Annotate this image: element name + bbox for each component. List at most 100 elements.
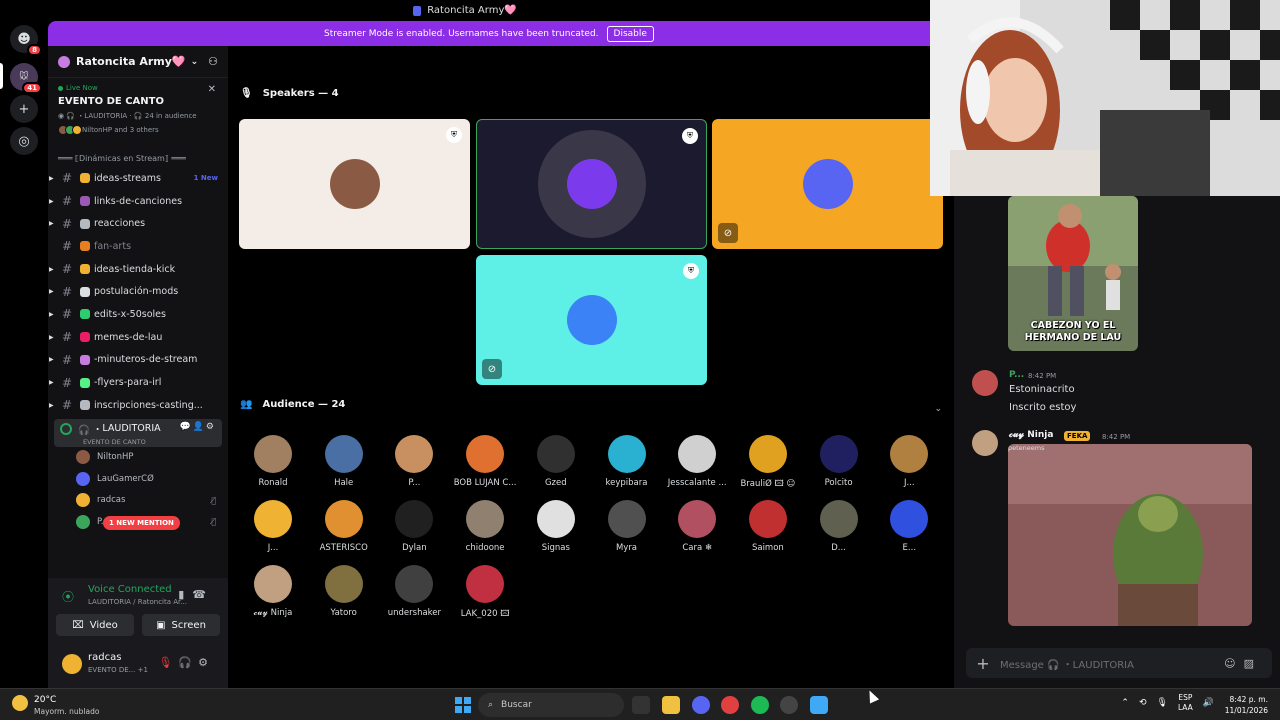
clock[interactable]: 8:42 p. m. 11/01/2026: [1225, 694, 1268, 716]
task-view-icon[interactable]: [632, 696, 650, 714]
channel-item[interactable]: ▶ # reacciones: [48, 212, 228, 235]
add-server-button[interactable]: +: [10, 95, 38, 123]
audience-member[interactable]: Cara ❄: [662, 500, 732, 553]
audience-member[interactable]: D...: [804, 500, 874, 553]
chat-icon[interactable]: 💬: [179, 422, 192, 432]
input-actions: ☺▨: [1224, 657, 1262, 670]
voice-channel-lauditoria[interactable]: 🎧 ・ LAUDITORIA EVENTO DE CANTO 💬👤⚙: [54, 418, 222, 447]
audience-member[interactable]: Gzed: [521, 435, 591, 488]
audience-member[interactable]: Jesscalante ...: [662, 435, 732, 488]
channel-category[interactable]: ═══ ⟦Dinámicas en Stream⟧ ═══: [48, 146, 228, 167]
settings-icon[interactable]: ⚙: [206, 422, 216, 432]
gif-icon[interactable]: ▨: [1244, 657, 1262, 670]
collapse-chevron-icon[interactable]: ⌄: [934, 404, 942, 414]
message-input[interactable]: + Message 🎧 ・LAUDITORIA ☺▨: [966, 648, 1272, 678]
audience-member[interactable]: Ronald: [238, 435, 308, 488]
server-icon-ratoncita[interactable]: 🐭 41: [10, 63, 42, 94]
screen-share-button[interactable]: ▣ Screen: [142, 614, 220, 636]
audience-member[interactable]: 𝓬𝓾𝔂 Ninja: [238, 565, 308, 618]
audience-member[interactable]: Dylan: [379, 500, 449, 553]
unread-arrow-icon: ▶: [49, 333, 54, 341]
audience-member[interactable]: Hale: [309, 435, 379, 488]
gif-image[interactable]: peteneems: [1008, 444, 1252, 626]
file-explorer-icon[interactable]: [662, 696, 680, 714]
audience-member[interactable]: J...: [238, 500, 308, 553]
channel-item[interactable]: # fan-arts: [48, 235, 228, 258]
speaker-tile[interactable]: ⛨: [239, 119, 470, 249]
voice-location[interactable]: LAUDITORIA / Ratoncita Ar...: [88, 598, 187, 606]
audience-member[interactable]: Myra: [592, 500, 662, 553]
channel-item[interactable]: ▶ # postulación-mods: [48, 280, 228, 303]
live-event-card[interactable]: Live Now EVENTO DE CANTO ◉ 🎧 ・LAUDITORIA…: [48, 78, 228, 146]
message-avatar[interactable]: [972, 370, 998, 396]
emoji-icon[interactable]: ☺: [1224, 657, 1243, 670]
audience-member[interactable]: BOB LUJAN C...: [450, 435, 520, 488]
add-member-icon[interactable]: 👤: [193, 422, 206, 432]
disable-streamer-mode-button[interactable]: Disable: [606, 25, 654, 42]
audience-avatar: [466, 565, 505, 603]
invite-icon[interactable]: ⚇: [208, 55, 218, 68]
audience-member[interactable]: keypibara: [592, 435, 662, 488]
discover-button[interactable]: ◎: [10, 127, 38, 155]
voice-user[interactable]: NiltonHP: [48, 447, 228, 469]
audience-member[interactable]: ASTERISCO: [309, 500, 379, 553]
channel-item[interactable]: ▶ # ideas-tienda-kick: [48, 258, 228, 281]
audience-member[interactable]: J...: [874, 435, 944, 488]
disconnect-icon[interactable]: ☎: [192, 588, 214, 601]
mic-tray-icon[interactable]: 🎙: [1157, 698, 1168, 708]
add-attachment-icon[interactable]: +: [966, 654, 1000, 673]
notepad-icon[interactable]: [810, 696, 828, 714]
channel-item[interactable]: ▶ # -flyers-para-irl: [48, 371, 228, 394]
channel-item[interactable]: ▶ # -minuteros-de-stream: [48, 349, 228, 372]
voice-user[interactable]: LauGamerCØ: [48, 468, 228, 490]
audience-member[interactable]: Yatoro: [309, 565, 379, 618]
discord-taskbar-icon[interactable]: [692, 696, 710, 714]
speaker-tile[interactable]: ⊘: [712, 119, 943, 249]
audience-member[interactable]: LAK_020 🖾: [450, 565, 520, 622]
video-button[interactable]: ⌧ Video: [56, 614, 134, 636]
channel-item[interactable]: ▶ # memes-de-lau: [48, 326, 228, 349]
user-avatar[interactable]: [62, 654, 82, 674]
message-author[interactable]: P...: [1009, 370, 1024, 380]
chrome-icon[interactable]: [721, 696, 739, 714]
message-author[interactable]: 𝓬𝓾𝔂 Ninja: [1009, 430, 1053, 440]
network-icon[interactable]: ⟲: [1139, 698, 1147, 708]
audience-member[interactable]: Saimon: [733, 500, 803, 553]
mic-muted-icon[interactable]: 🎙: [158, 656, 178, 669]
audience-avatar: [395, 435, 434, 473]
audience-member[interactable]: P...: [379, 435, 449, 488]
audience-title: Audience — 24: [262, 399, 346, 410]
headphones-icon[interactable]: 🎧: [178, 656, 198, 669]
audience-member[interactable]: chidoone: [450, 500, 520, 553]
noise-suppression-icon[interactable]: ▮: [178, 588, 192, 601]
new-mention-pill[interactable]: 1 NEW MENTION: [103, 516, 180, 530]
language-indicator[interactable]: ESP LAA: [1178, 693, 1193, 713]
audience-member[interactable]: BrauliØ 🖾 ☺: [733, 435, 803, 492]
voice-status[interactable]: Voice Connected: [88, 584, 172, 595]
audience-member[interactable]: undershaker: [379, 565, 449, 618]
home-button[interactable]: ☻ 8: [10, 25, 42, 56]
unread-arrow-icon: ▶: [49, 197, 54, 205]
channel-item[interactable]: ▶ # edits-x-50soles: [48, 303, 228, 326]
server-header[interactable]: Ratoncita Army🩷 ⌄ ⚇: [48, 46, 228, 78]
spotify-icon[interactable]: [751, 696, 769, 714]
audience-member[interactable]: E...: [874, 500, 944, 553]
audience-member[interactable]: Signas: [521, 500, 591, 553]
volume-icon[interactable]: 🔊: [1203, 698, 1214, 708]
channel-item[interactable]: ▶ # ideas-streams 1 New: [48, 167, 228, 190]
voice-user[interactable]: radcas 🎙̸: [48, 490, 228, 512]
audience-member[interactable]: Polcito: [804, 435, 874, 488]
chevron-up-icon[interactable]: ⌃: [1121, 698, 1129, 708]
channel-item[interactable]: ▶ # inscripciones-casting...: [48, 394, 228, 417]
channel-item[interactable]: ▶ # links-de-canciones: [48, 190, 228, 213]
speaker-tile[interactable]: ⛨: [476, 119, 707, 249]
user-name[interactable]: radcas: [88, 652, 121, 663]
meme-image[interactable]: CABEZON YO EL HERMANO DE LAU: [1008, 196, 1138, 351]
taskbar-search[interactable]: ⌕ Buscar: [478, 693, 624, 717]
start-button[interactable]: [455, 697, 471, 713]
close-icon[interactable]: ✕: [208, 84, 216, 95]
settings-gear-icon[interactable]: ⚙: [198, 656, 214, 669]
message-avatar[interactable]: [972, 430, 998, 456]
obs-icon[interactable]: [780, 696, 798, 714]
speaker-tile[interactable]: ⛨ ⊘: [476, 255, 707, 385]
